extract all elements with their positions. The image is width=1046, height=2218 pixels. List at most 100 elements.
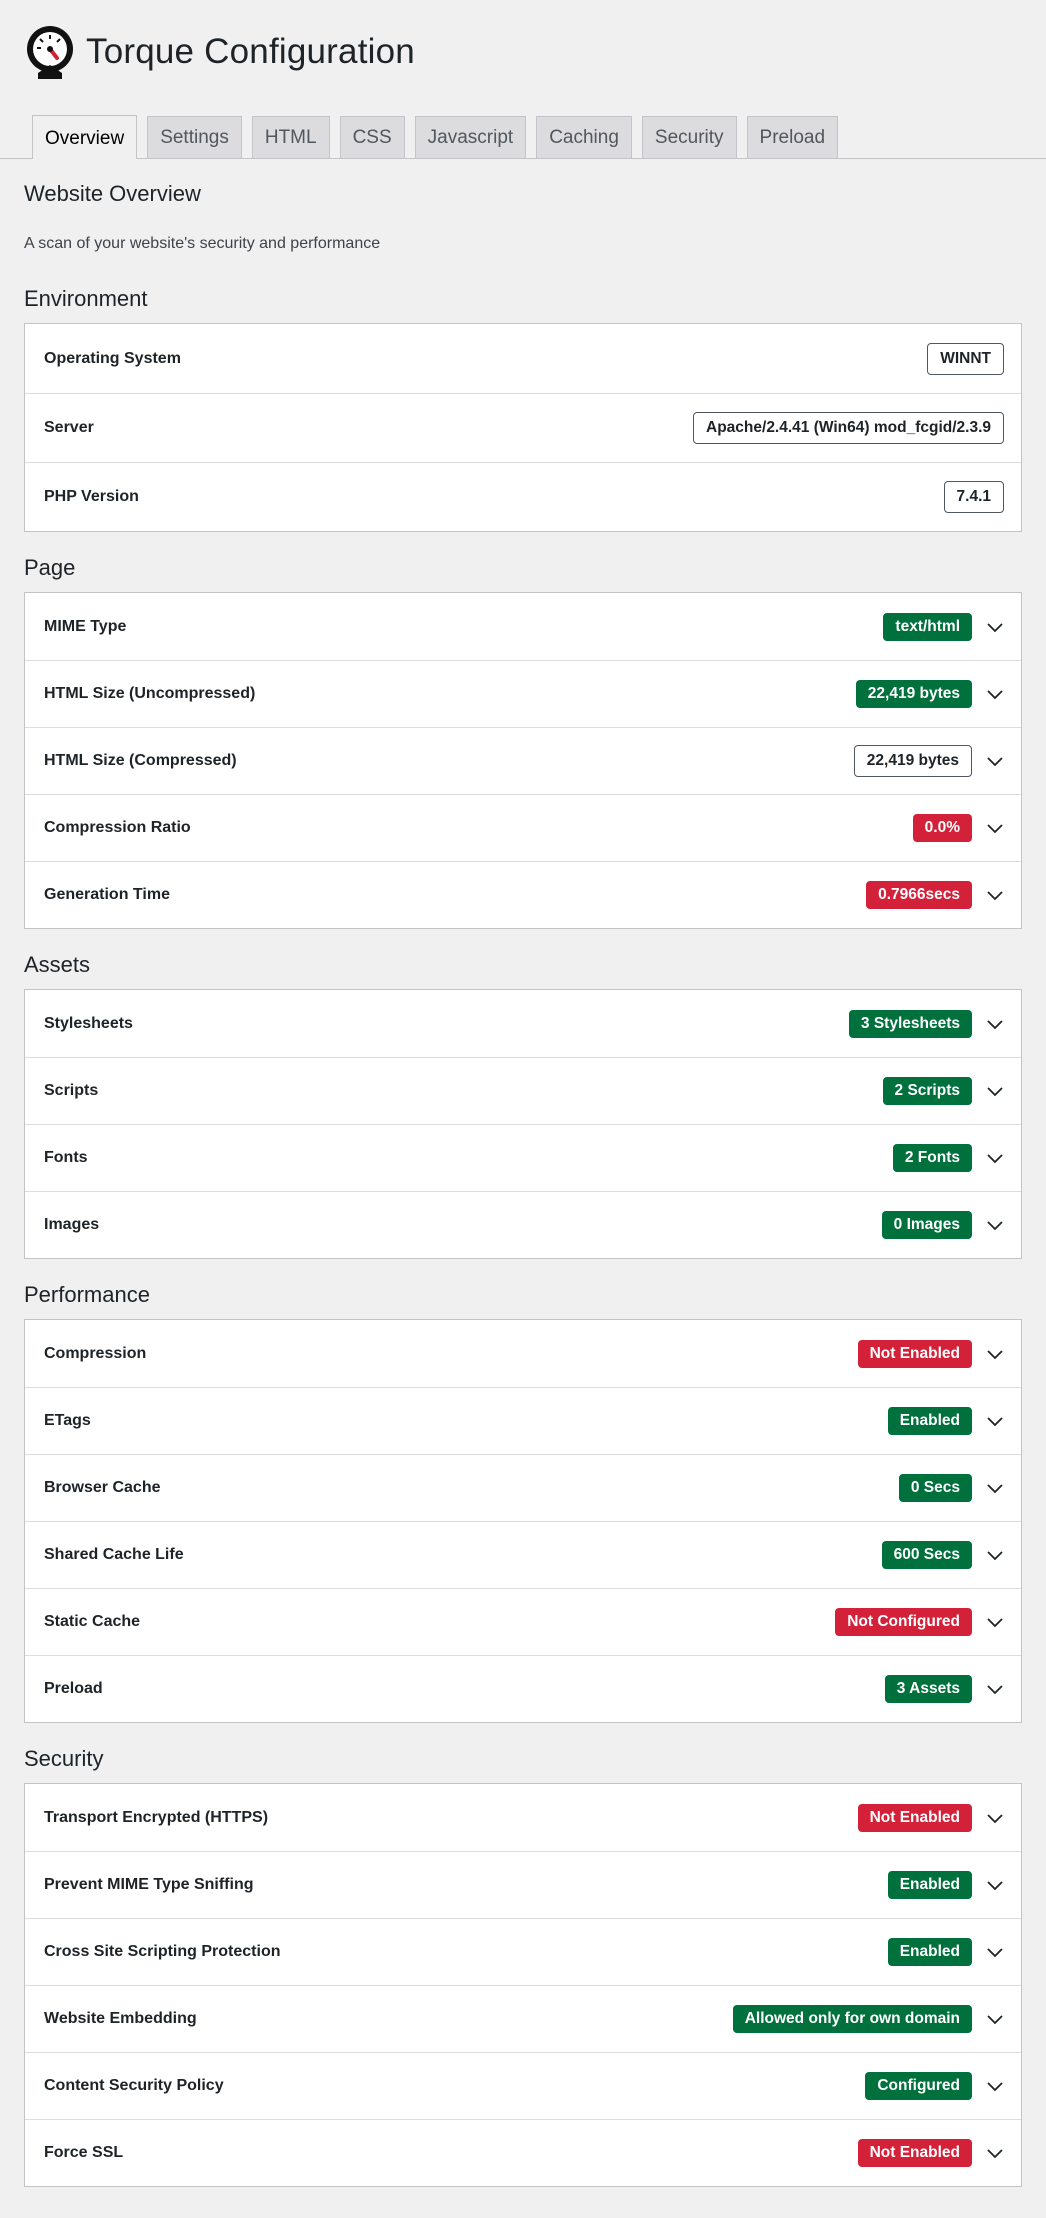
environment-heading: Environment [24, 286, 148, 311]
tab-overview[interactable]: Overview [32, 115, 138, 159]
row-scripts[interactable]: Scripts 2 Scripts [25, 1057, 1021, 1124]
tab-javascript[interactable]: Javascript [414, 116, 527, 158]
row-label: HTML Size (Uncompressed) [44, 685, 256, 702]
status-badge: 22,419 bytes [853, 745, 972, 777]
row-label: Stylesheets [44, 1014, 133, 1032]
row-value-group: 600 Secs [881, 1541, 1004, 1569]
chevron-down-icon[interactable] [986, 752, 1004, 770]
tab-preload[interactable]: Preload [746, 116, 839, 158]
row-compression[interactable]: Compression Not Enabled [25, 1320, 1021, 1387]
row-value-group: 7.4.1 [943, 481, 1004, 513]
status-badge: Not Enabled [857, 1803, 972, 1832]
row-preload[interactable]: Preload 3 Assets [25, 1655, 1021, 1722]
overview-subtitle: A scan of your website's security and pe… [24, 235, 381, 252]
security-panel: Transport Encrypted (HTTPS) Not Enabled Pr… [24, 1783, 1022, 2187]
row-compression-ratio[interactable]: Compression Ratio 0.0% [25, 794, 1021, 861]
row-label: Transport Encrypted (HTTPS) [44, 1808, 269, 1826]
row-browser-cache[interactable]: Browser Cache 0 Secs [25, 1454, 1021, 1521]
status-badge: 3 Stylesheets [848, 1009, 972, 1038]
row-value-group: WINNT [927, 342, 1004, 375]
row-label: Force SSL [44, 2144, 124, 2161]
tab-bar: Overview Settings HTML CSS Javascript Caching… [0, 114, 1046, 159]
row-value-group: 0 Images [881, 1211, 1004, 1239]
chevron-down-icon[interactable] [986, 1479, 1004, 1497]
row-cross-site-scripting-protection[interactable]: Cross Site Scripting Protection Enabled [25, 1918, 1021, 1985]
row-transport-encrypted-https[interactable]: Transport Encrypted (HTTPS) Not Enabled [25, 1784, 1021, 1851]
page-heading: Page [24, 555, 76, 580]
row-stylesheets[interactable]: Stylesheets 3 Stylesheets [25, 990, 1021, 1057]
tab-settings[interactable]: Settings [147, 116, 242, 158]
assets-heading: Assets [24, 952, 91, 977]
chevron-down-icon[interactable] [986, 1345, 1004, 1363]
row-value-group: 0 Secs [898, 1474, 1004, 1502]
row-fonts[interactable]: Fonts 2 Fonts [25, 1124, 1021, 1191]
row-label: Shared Cache Life [44, 1546, 184, 1563]
row-html-size-compressed[interactable]: HTML Size (Compressed) 22,419 bytes [25, 727, 1021, 794]
row-label: MIME Type [44, 617, 127, 635]
row-mime-type[interactable]: MIME Type text/html [25, 593, 1021, 660]
row-value-group: 22,419 bytes [853, 745, 1004, 777]
row-server: Server Apache/2.4.41 (Win64) mod_fcgid/2.… [25, 393, 1021, 462]
status-badge: Not Enabled [857, 1339, 972, 1368]
chevron-down-icon[interactable] [986, 1149, 1004, 1167]
page: Torque Configuration Overview Settings HTM… [0, 0, 1046, 2187]
row-label: Server [44, 419, 94, 436]
row-static-cache[interactable]: Static Cache Not Configured [25, 1588, 1021, 1655]
row-html-size-uncompressed[interactable]: HTML Size (Uncompressed) 22,419 bytes [25, 660, 1021, 727]
chevron-down-icon[interactable] [986, 618, 1004, 636]
row-value-group: Not Enabled [857, 2139, 1004, 2167]
row-value-group: 22,419 bytes [855, 680, 1004, 708]
row-force-ssl[interactable]: Force SSL Not Enabled [25, 2119, 1021, 2186]
row-label: Browser Cache [44, 1479, 161, 1496]
tab-html[interactable]: HTML [251, 116, 330, 158]
chevron-down-icon[interactable] [986, 1082, 1004, 1100]
row-label: Compression [44, 1344, 147, 1362]
row-value-group: Allowed only for own domain [732, 2005, 1004, 2033]
row-label: Website Embedding [44, 2010, 197, 2027]
overview-heading: Website Overview [24, 181, 201, 206]
chevron-down-icon[interactable] [986, 1809, 1004, 1827]
row-website-embedding[interactable]: Website Embedding Allowed only for own do… [25, 1985, 1021, 2052]
row-value-group: 2 Scripts [882, 1077, 1004, 1105]
chevron-down-icon[interactable] [986, 1613, 1004, 1631]
row-etags[interactable]: ETags Enabled [25, 1387, 1021, 1454]
chevron-down-icon[interactable] [986, 1876, 1004, 1894]
chevron-down-icon[interactable] [986, 1943, 1004, 1961]
status-badge: Not Configured [835, 1608, 972, 1636]
chevron-down-icon[interactable] [986, 1216, 1004, 1234]
chevron-down-icon[interactable] [986, 2077, 1004, 2095]
row-label: Static Cache [44, 1613, 141, 1630]
row-label: Generation Time [44, 886, 170, 903]
row-label: Scripts [44, 1082, 99, 1099]
row-content-security-policy[interactable]: Content Security Policy Configured [25, 2052, 1021, 2119]
status-badge: 0 Images [881, 1211, 972, 1239]
chevron-down-icon[interactable] [986, 685, 1004, 703]
row-operating-system: Operating System WINNT [25, 324, 1021, 393]
chevron-down-icon[interactable] [986, 1680, 1004, 1698]
row-label: Compression Ratio [44, 819, 191, 836]
row-generation-time[interactable]: Generation Time 0.7966secs [25, 861, 1021, 928]
row-php-version: PHP Version 7.4.1 [25, 462, 1021, 531]
row-prevent-mime-type-sniffing[interactable]: Prevent MIME Type Sniffing Enabled [25, 1851, 1021, 1918]
row-label: Fonts [44, 1149, 88, 1166]
chevron-down-icon[interactable] [986, 1015, 1004, 1033]
status-badge: Configured [865, 2072, 972, 2100]
status-badge: Apache/2.4.41 (Win64) mod_fcgid/2.3.9 [693, 412, 1004, 444]
chevron-down-icon[interactable] [986, 1546, 1004, 1564]
tab-css[interactable]: CSS [339, 116, 405, 158]
row-value-group: Not Enabled [857, 1339, 1004, 1368]
chevron-down-icon[interactable] [986, 819, 1004, 837]
row-value-group: 2 Fonts [892, 1144, 1004, 1172]
status-badge: 600 Secs [881, 1541, 972, 1569]
tab-caching[interactable]: Caching [536, 116, 632, 158]
chevron-down-icon[interactable] [986, 886, 1004, 904]
tab-security[interactable]: Security [641, 116, 737, 158]
chevron-down-icon[interactable] [986, 2144, 1004, 2162]
row-shared-cache-life[interactable]: Shared Cache Life 600 Secs [25, 1521, 1021, 1588]
row-label: Cross Site Scripting Protection [44, 1943, 281, 1960]
chevron-down-icon[interactable] [986, 1412, 1004, 1430]
chevron-down-icon[interactable] [986, 2010, 1004, 2028]
row-label: ETags [44, 1412, 91, 1429]
status-badge: 0 Secs [898, 1474, 972, 1502]
row-images[interactable]: Images 0 Images [25, 1191, 1021, 1258]
